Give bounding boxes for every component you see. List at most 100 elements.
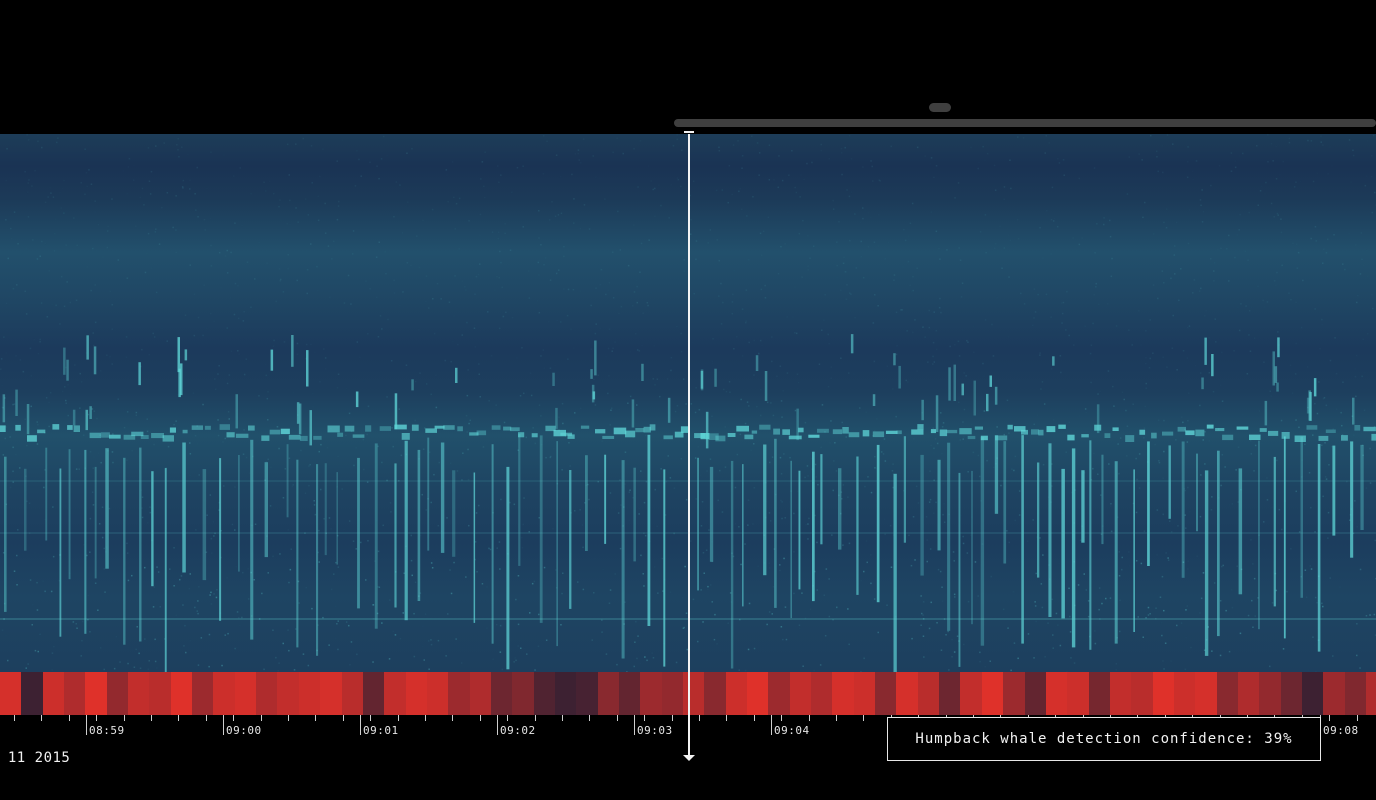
- confidence-segment[interactable]: [1003, 672, 1025, 715]
- noise-speck: [1109, 219, 1111, 222]
- confidence-segment[interactable]: [85, 672, 107, 715]
- confidence-segment[interactable]: [213, 672, 235, 715]
- confidence-segment[interactable]: [1131, 672, 1153, 715]
- confidence-segment[interactable]: [298, 672, 321, 715]
- confidence-segment[interactable]: [1366, 672, 1376, 715]
- confidence-segment[interactable]: [853, 672, 876, 715]
- noise-speck: [194, 606, 196, 609]
- confidence-segment[interactable]: [661, 672, 683, 715]
- upper-call: [1352, 397, 1355, 425]
- confidence-segment[interactable]: [960, 672, 982, 715]
- noise-speck: [65, 402, 67, 404]
- confidence-segment[interactable]: [42, 672, 65, 715]
- confidence-segment[interactable]: [533, 672, 555, 715]
- confidence-segment[interactable]: [789, 672, 812, 715]
- confidence-segment[interactable]: [1301, 672, 1324, 715]
- confidence-segment[interactable]: [234, 672, 257, 715]
- confidence-segment[interactable]: [0, 672, 22, 715]
- confidence-segment[interactable]: [768, 672, 790, 715]
- confidence-segment[interactable]: [1024, 672, 1046, 715]
- confidence-segment[interactable]: [875, 672, 897, 715]
- confidence-segment[interactable]: [1280, 672, 1302, 715]
- noise-speck: [8, 295, 10, 297]
- confidence-segment[interactable]: [21, 672, 43, 715]
- confidence-segment[interactable]: [811, 672, 833, 715]
- confidence-segment[interactable]: [384, 672, 406, 715]
- confidence-segment[interactable]: [576, 672, 598, 715]
- confidence-segment[interactable]: [597, 672, 619, 715]
- confidence-segment[interactable]: [320, 672, 342, 715]
- confidence-segment[interactable]: [1152, 672, 1174, 715]
- confidence-segment[interactable]: [490, 672, 513, 715]
- noise-speck: [470, 265, 472, 267]
- playhead-marker-icon[interactable]: [683, 755, 695, 761]
- confidence-segment[interactable]: [618, 672, 641, 715]
- noise-speck: [48, 425, 50, 428]
- confidence-segment[interactable]: [128, 672, 150, 715]
- confidence-segment[interactable]: [1109, 672, 1132, 715]
- confidence-segment[interactable]: [192, 672, 214, 715]
- confidence-segment[interactable]: [426, 672, 449, 715]
- confidence-segment[interactable]: [939, 672, 961, 715]
- noise-speck: [924, 336, 926, 338]
- confidence-segment[interactable]: [362, 672, 385, 715]
- confidence-segment[interactable]: [1195, 672, 1217, 715]
- confidence-segment[interactable]: [1045, 672, 1068, 715]
- noise-speck: [26, 134, 28, 136]
- confidence-segment[interactable]: [725, 672, 748, 715]
- noise-speck: [680, 332, 682, 335]
- noise-speck: [422, 448, 425, 450]
- confidence-segment[interactable]: [981, 672, 1004, 715]
- noise-speck: [829, 442, 831, 444]
- playhead[interactable]: [688, 134, 690, 756]
- noise-speck: [469, 419, 471, 422]
- noise-speck: [1163, 282, 1165, 284]
- confidence-segment[interactable]: [896, 672, 918, 715]
- noise-speck: [543, 566, 546, 569]
- noise-speck: [111, 198, 113, 200]
- noise-speck: [330, 528, 332, 530]
- noise-speck: [79, 372, 81, 375]
- confidence-segment[interactable]: [1323, 672, 1345, 715]
- noise-speck: [524, 648, 526, 650]
- noise-speck: [959, 439, 962, 441]
- confidence-segment[interactable]: [448, 672, 470, 715]
- timeline-scrollbar[interactable]: [674, 119, 1376, 127]
- noise-speck: [1312, 434, 1314, 436]
- confidence-segment[interactable]: [64, 672, 86, 715]
- scrollbar-grip-handle[interactable]: [929, 103, 951, 112]
- confidence-segment[interactable]: [832, 672, 854, 715]
- confidence-segment[interactable]: [512, 672, 534, 715]
- confidence-segment[interactable]: [704, 672, 726, 715]
- confidence-segment[interactable]: [640, 672, 662, 715]
- noise-speck: [636, 349, 639, 351]
- confidence-segment[interactable]: [341, 672, 363, 715]
- confidence-segment[interactable]: [1173, 672, 1196, 715]
- noise-speck: [1092, 467, 1094, 470]
- confidence-segment[interactable]: [469, 672, 491, 715]
- confidence-segment[interactable]: [1259, 672, 1281, 715]
- confidence-segment[interactable]: [554, 672, 577, 715]
- noise-speck: [1119, 437, 1122, 439]
- noise-speck: [287, 253, 289, 256]
- noise-speck: [1107, 370, 1110, 372]
- noise-speck: [2, 385, 4, 387]
- confidence-segment[interactable]: [917, 672, 940, 715]
- confidence-segment[interactable]: [1067, 672, 1089, 715]
- confidence-segment[interactable]: [683, 672, 705, 715]
- noise-speck: [410, 264, 412, 267]
- whale-call-unit: [1162, 431, 1174, 436]
- confidence-segment[interactable]: [256, 672, 278, 715]
- confidence-segment[interactable]: [1216, 672, 1238, 715]
- noise-speck: [405, 364, 408, 366]
- confidence-segment[interactable]: [1088, 672, 1110, 715]
- confidence-segment[interactable]: [170, 672, 193, 715]
- confidence-segment[interactable]: [1344, 672, 1366, 715]
- confidence-segment[interactable]: [106, 672, 129, 715]
- noise-speck: [627, 402, 629, 404]
- confidence-segment[interactable]: [277, 672, 299, 715]
- confidence-segment[interactable]: [1237, 672, 1260, 715]
- confidence-segment[interactable]: [149, 672, 171, 715]
- confidence-segment[interactable]: [405, 672, 427, 715]
- confidence-segment[interactable]: [747, 672, 769, 715]
